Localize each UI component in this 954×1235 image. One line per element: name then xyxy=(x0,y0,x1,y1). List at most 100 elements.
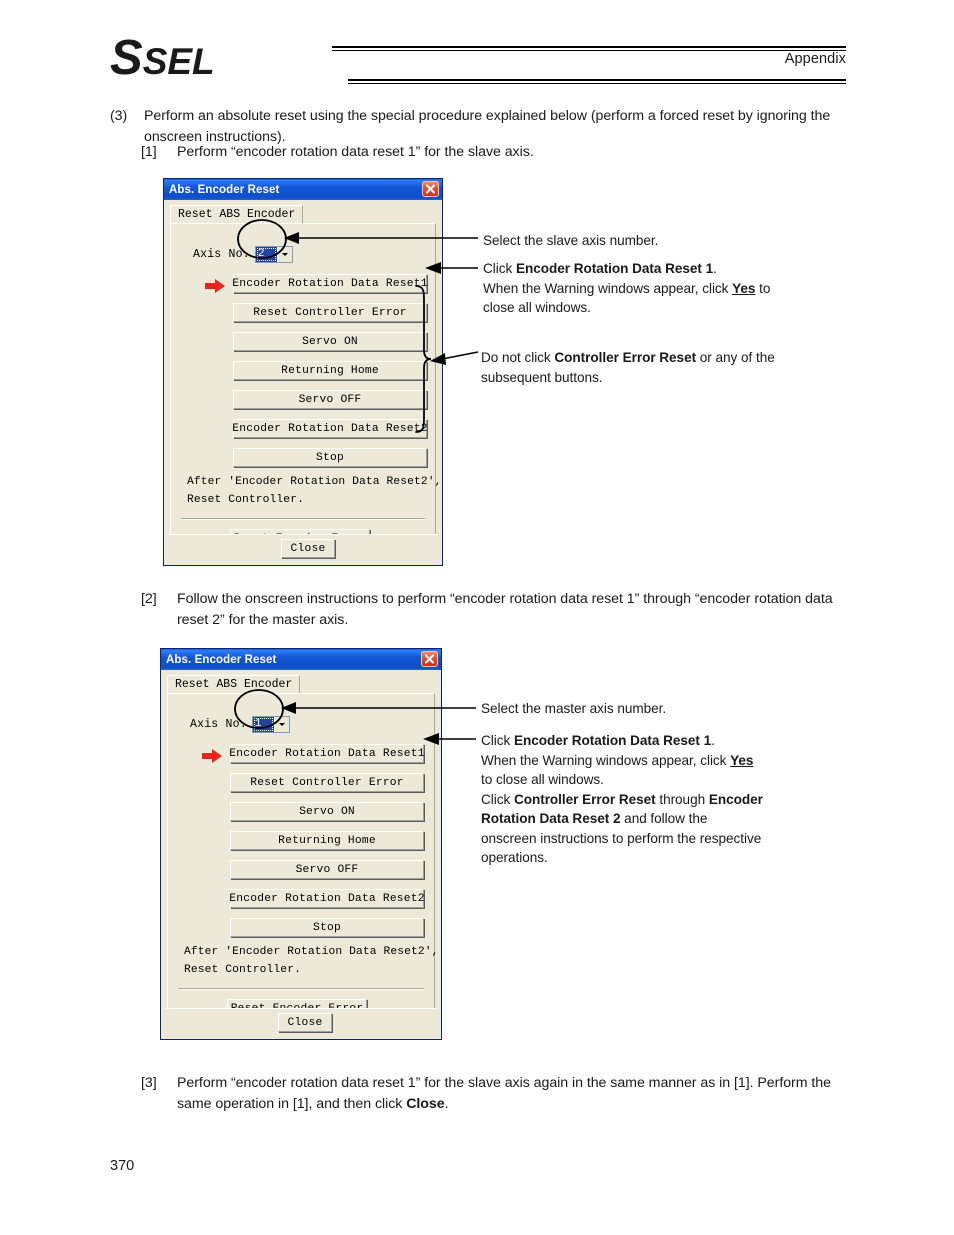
callout-bold: Encoder Rotation Data Reset 1 xyxy=(515,261,714,276)
callout-text: . xyxy=(711,733,715,748)
chevron-down-icon[interactable] xyxy=(273,717,289,732)
instruction-note-line2: Reset Controller. xyxy=(184,964,301,976)
close-button[interactable]: Close xyxy=(281,539,335,558)
callout-bold: Yes xyxy=(730,752,754,768)
close-icon[interactable] xyxy=(422,181,439,197)
returning-home-button[interactable]: Returning Home xyxy=(230,831,424,850)
dialog-body: Reset ABS Encoder Axis No. 2 Encoder Rot… xyxy=(166,202,442,563)
step-3b-text-part2: . xyxy=(444,1095,449,1112)
axis-number-label: Axis No. xyxy=(193,248,250,261)
page-header: SSEL Appendix xyxy=(110,34,846,96)
callout-do-not-click: Do not click Controller Error Reset or a… xyxy=(481,348,849,387)
close-icon[interactable] xyxy=(421,651,438,667)
logo-text-sel: SEL xyxy=(142,41,215,82)
encoder-rotation-data-reset1-button[interactable]: Encoder Rotation Data Reset1 xyxy=(229,744,425,763)
callout-text: Click xyxy=(481,791,514,807)
axis-number-label: Axis No. xyxy=(190,718,247,731)
callout-text: Select the master axis number. xyxy=(481,701,667,716)
tab-strip: Reset ABS Encoder xyxy=(170,205,436,224)
dialog-body: Reset ABS Encoder Axis No. 1 Encoder Rot… xyxy=(163,672,439,1037)
encoder-rotation-data-reset2-button[interactable]: Encoder Rotation Data Reset2 xyxy=(232,419,428,438)
red-pointer-arrow-icon xyxy=(201,748,223,764)
step-3b-text-part1: Perform “encoder rotation data reset 1” … xyxy=(177,1075,831,1112)
axis-number-select[interactable]: 1 xyxy=(251,716,290,733)
close-button[interactable]: Close xyxy=(278,1013,332,1032)
step-3-paragraph: (3) Perform an absolute reset using the … xyxy=(110,106,850,147)
panel-divider xyxy=(181,518,425,520)
step-3b-bold: Close xyxy=(406,1095,445,1112)
callout-text: Click xyxy=(483,261,516,276)
step-3b-paragraph: [3] Perform “encoder rotation data reset… xyxy=(141,1073,847,1114)
dialog-footer: Close xyxy=(165,1008,437,1035)
step-3-marker: (3) xyxy=(110,108,128,124)
dialog-titlebar[interactable]: Abs. Encoder Reset xyxy=(164,179,442,200)
servo-off-button[interactable]: Servo OFF xyxy=(233,390,427,409)
callout-text: to xyxy=(755,280,771,296)
callout-bold: Encoder Rotation Data Reset 1 xyxy=(513,733,712,748)
encoder-rotation-data-reset2-button[interactable]: Encoder Rotation Data Reset2 xyxy=(229,889,425,908)
header-section-label: Appendix xyxy=(784,51,846,67)
step-2-paragraph: [2] Follow the onscreen instructions to … xyxy=(141,589,847,630)
step-2-text: Follow the onscreen instructions to perf… xyxy=(177,591,833,628)
abs-encoder-reset-dialog-master[interactable]: Abs. Encoder Reset Reset ABS Encoder Axi… xyxy=(160,648,442,1040)
tab-reset-abs-encoder[interactable]: Reset ABS Encoder xyxy=(170,205,304,224)
reset-controller-error-button[interactable]: Reset Controller Error xyxy=(233,303,427,322)
stop-button[interactable]: Stop xyxy=(230,918,424,937)
callout-text: through xyxy=(655,791,709,807)
step-3b-marker: [3] xyxy=(141,1075,157,1091)
red-pointer-arrow-icon xyxy=(204,278,226,294)
callout-select-master-axis: Select the master axis number. xyxy=(481,699,841,719)
callout-text: to close all windows. xyxy=(481,772,604,787)
dialog-footer: Close xyxy=(168,534,438,561)
axis-number-row: Axis No. 2 xyxy=(193,246,293,263)
callout-text: subsequent buttons. xyxy=(481,369,603,385)
axis-number-value: 2 xyxy=(255,247,277,262)
header-rule-bottom xyxy=(348,79,846,84)
callout-click-reset1: Click Encoder Rotation Data Reset 1. Whe… xyxy=(483,259,848,318)
callout-click-reset1-master: Click Encoder Rotation Data Reset 1. Whe… xyxy=(481,731,849,868)
axis-number-select[interactable]: 2 xyxy=(254,246,293,263)
instruction-note-line1: After 'Encoder Rotation Data Reset2', xyxy=(184,946,439,958)
step-3-text: Perform an absolute reset using the spec… xyxy=(144,108,831,145)
callout-text: When the Warning windows appear, click xyxy=(481,752,731,768)
instruction-note-line1: After 'Encoder Rotation Data Reset2', xyxy=(187,476,442,488)
callout-text: . xyxy=(713,261,717,276)
instruction-note-line2: Reset Controller. xyxy=(187,494,304,506)
callout-text: and follow the xyxy=(620,811,708,826)
dialog-titlebar[interactable]: Abs. Encoder Reset xyxy=(161,649,441,670)
tab-page-panel: Axis No. 1 Encoder Rotation Data Reset1 … xyxy=(167,693,438,1019)
header-rule-top xyxy=(332,46,846,51)
callout-bold: Rotation Data Reset 2 xyxy=(481,811,621,826)
callout-bold: Controller Error Reset xyxy=(513,791,656,807)
step-2-marker: [2] xyxy=(141,591,157,607)
leader-line-donot xyxy=(436,351,479,361)
logo-letter-s: S xyxy=(110,31,143,85)
axis-number-value: 1 xyxy=(252,717,274,732)
abs-encoder-reset-dialog-slave[interactable]: Abs. Encoder Reset Reset ABS Encoder Axi… xyxy=(163,178,443,566)
callout-text: Select the slave axis number. xyxy=(483,233,659,248)
dialog-title: Abs. Encoder Reset xyxy=(169,183,280,196)
stop-button[interactable]: Stop xyxy=(233,448,427,467)
callout-bold: Yes xyxy=(732,280,756,296)
callout-text: Do not click xyxy=(481,350,555,365)
tab-reset-abs-encoder[interactable]: Reset ABS Encoder xyxy=(167,675,301,694)
dialog-title: Abs. Encoder Reset xyxy=(166,653,277,666)
callout-bold: Controller Error Reset xyxy=(554,350,697,365)
axis-number-row: Axis No. 1 xyxy=(190,716,290,733)
panel-divider xyxy=(178,988,424,990)
callout-text: onscreen instructions to perform the res… xyxy=(481,830,762,846)
step-1-marker: [1] xyxy=(141,144,157,160)
returning-home-button[interactable]: Returning Home xyxy=(233,361,427,380)
chevron-down-icon[interactable] xyxy=(276,247,292,262)
reset-controller-error-button[interactable]: Reset Controller Error xyxy=(230,773,424,792)
brand-logo: SSEL xyxy=(110,34,215,83)
step-1-paragraph: [1] Perform “encoder rotation data reset… xyxy=(141,142,851,163)
servo-on-button[interactable]: Servo ON xyxy=(233,332,427,351)
servo-off-button[interactable]: Servo OFF xyxy=(230,860,424,879)
callout-text: or any of the xyxy=(696,350,775,365)
callout-bold: Encoder xyxy=(708,791,763,807)
callout-text: operations. xyxy=(481,850,548,865)
encoder-rotation-data-reset1-button[interactable]: Encoder Rotation Data Reset1 xyxy=(232,274,428,293)
servo-on-button[interactable]: Servo ON xyxy=(230,802,424,821)
callout-text: Click xyxy=(481,733,514,748)
